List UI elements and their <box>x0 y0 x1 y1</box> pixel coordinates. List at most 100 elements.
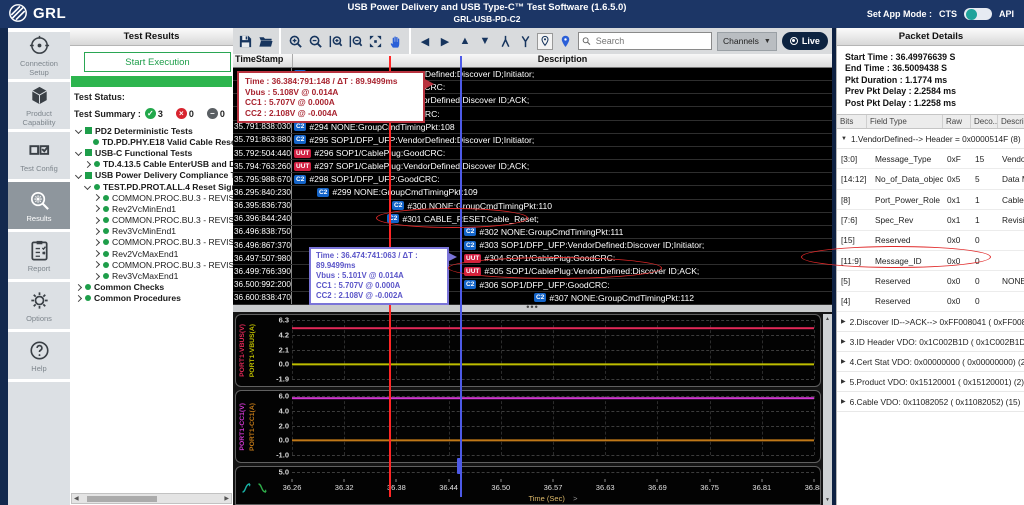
hzoom-out-icon[interactable] <box>347 33 363 50</box>
tree-item[interactable]: Common Checks <box>70 282 233 293</box>
expander-icon[interactable] <box>93 228 100 235</box>
start-execution-button[interactable]: Start Execution <box>84 52 231 72</box>
save-icon[interactable] <box>237 33 253 50</box>
tree-item[interactable]: Rev2VcMinEnd1 <box>70 203 233 214</box>
sidebar-item-options[interactable]: Options <box>8 282 70 329</box>
pd-field-row[interactable]: [5] Reserved 0x0 0 NONE <box>837 271 1024 291</box>
pd-column-header[interactable]: Bits <box>837 115 867 128</box>
pd-column-header[interactable]: Deco... <box>971 115 998 128</box>
expander-icon[interactable] <box>93 194 100 201</box>
arrow-down-icon[interactable]: ▼ <box>477 33 493 50</box>
packet-row[interactable]: 36.395:836:730 C2 #300 NONE:GroupCmdTimi… <box>233 200 832 213</box>
pd-group-row[interactable]: ▶ 2.Discover ID-->ACK--> 0xFF008041 ( 0x… <box>837 312 1024 332</box>
search-box[interactable] <box>578 32 712 50</box>
scroll-left-icon[interactable]: ◀ <box>72 495 81 502</box>
tree-item[interactable]: TEST.PD.PROT.ALL.4 Reset Signals and M <box>70 181 233 192</box>
zoom-out-icon[interactable] <box>307 33 323 50</box>
plot-area[interactable]: 6.34.22.10.0-1.9 <box>292 320 814 379</box>
pin-light-icon[interactable] <box>537 33 553 50</box>
channels-dropdown[interactable]: Channels ▼ <box>717 32 777 51</box>
packet-row[interactable]: 35.791:863:880 C2 #295 SOP1/DFP_UFP:Vend… <box>233 134 832 147</box>
description-column-header[interactable]: Description <box>293 54 832 67</box>
timestamp-column-header[interactable]: TimeStamp <box>233 54 293 67</box>
tree-item[interactable]: Common Procedures <box>70 293 233 304</box>
packet-row[interactable]: 36.396:844:240 C2 #301 CABLE_RESET:Cable… <box>233 213 832 226</box>
mode-cts-label[interactable]: CTS <box>939 9 957 19</box>
pd-group-header-row[interactable]: ▼ 1.VendorDefined--> Header = 0x0000514F… <box>837 129 1024 149</box>
expander-icon[interactable] <box>75 149 82 156</box>
measure-icon[interactable] <box>497 33 513 50</box>
search-input[interactable] <box>594 35 708 47</box>
pan-hand-icon[interactable] <box>387 33 403 50</box>
zoom-in-icon[interactable] <box>287 33 303 50</box>
expander-icon[interactable] <box>93 239 100 246</box>
horizontal-scrollbar[interactable]: ◀ ▶ <box>71 493 232 504</box>
sidebar-item-help[interactable]: Help <box>8 332 70 379</box>
pd-column-header[interactable]: Raw <box>943 115 971 128</box>
tree-item[interactable]: COMMON.PROC.BU.3 - REVISION_2_0 _ <box>70 192 233 203</box>
blue-cursor-handle[interactable] <box>457 458 462 474</box>
tree-item[interactable]: COMMON.PROC.BU.3 - REVISION_3_0 _ <box>70 259 233 270</box>
pd-group-row[interactable]: ▶ 3.ID Header VDO: 0x1C002B1D ( 0x1C002B… <box>837 332 1024 352</box>
packet-row[interactable]: 35.794:763:260 UUT #297 SOP1/CablePlug:V… <box>233 160 832 173</box>
plot-area[interactable]: 6.04.02.00.0-1.0 <box>292 396 814 455</box>
pd-group-row[interactable]: ▶ 5.Product VDO: 0x15120001 ( 0x15120001… <box>837 372 1024 392</box>
pd-column-header[interactable]: Field Type <box>867 115 943 128</box>
tree-item[interactable]: TD.PD.PHY.E18 Valid Cable Reset Framing <box>70 136 233 147</box>
pd-field-row[interactable]: [8] Port_Power_Role 0x1 1 CablePlug <box>837 190 1024 210</box>
expander-icon[interactable] <box>93 272 100 279</box>
sidebar-item-product-capability[interactable]: Product Capability <box>8 82 70 129</box>
expander-icon[interactable] <box>75 284 82 291</box>
tree-item[interactable]: PD2 Deterministic Tests <box>70 125 233 136</box>
arrow-right-icon[interactable]: ▶ <box>437 33 453 50</box>
pd-group-row[interactable]: ▶ 6.Cable VDO: 0x11082052 ( 0x11082052) … <box>837 392 1024 412</box>
pin-blue-icon[interactable] <box>557 33 573 50</box>
scroll-right-icon[interactable]: ▶ <box>222 495 231 502</box>
expander-icon[interactable] <box>75 172 82 179</box>
scroll-thumb[interactable] <box>87 496 157 502</box>
expander-icon[interactable] <box>84 183 91 190</box>
tree-item[interactable]: TD.4.13.5 Cable EnterUSB and Data Reset <box>70 159 233 170</box>
live-button[interactable]: Live <box>782 32 828 50</box>
packet-row[interactable]: 36.295:840:230 C2 #299 NONE:GroupCmdTimi… <box>233 186 832 199</box>
arrow-left-icon[interactable]: ◀ <box>417 33 433 50</box>
sidebar-item-connection-setup[interactable]: Connection Setup <box>8 32 70 79</box>
mode-api-label[interactable]: API <box>999 9 1014 19</box>
split-y-icon[interactable] <box>517 33 533 50</box>
expander-icon[interactable] <box>93 205 100 212</box>
hzoom-in-icon[interactable] <box>327 33 343 50</box>
fit-screen-icon[interactable] <box>367 33 383 50</box>
signal-toggle-icons[interactable] <box>241 482 269 494</box>
app-mode-toggle[interactable] <box>964 8 992 20</box>
expander-icon[interactable] <box>75 127 82 134</box>
pd-column-header[interactable]: Descripti... <box>998 115 1024 128</box>
blue-time-cursor[interactable] <box>460 56 462 497</box>
tree-item[interactable]: Rev3VcMaxEnd1 <box>70 270 233 281</box>
tree-item[interactable]: COMMON.PROC.BU.3 - REVISION_2_0 _ <box>70 215 233 226</box>
tree-item[interactable]: USB-C Functional Tests <box>70 147 233 158</box>
expander-icon[interactable] <box>93 217 100 224</box>
waveform-scrollbar[interactable]: ▲▼ <box>823 314 832 505</box>
sidebar-item-test-config[interactable]: Test Config <box>8 132 70 179</box>
tree-item[interactable]: Rev3VcMinEnd1 <box>70 226 233 237</box>
tree-item[interactable]: Rev2VcMaxEnd1 <box>70 248 233 259</box>
packet-row[interactable]: 35.795:988:670 C2 #298 SOP1/DFP_UFP:Good… <box>233 173 832 186</box>
sidebar-item-report[interactable]: Report <box>8 232 70 279</box>
pd-field-row[interactable]: [14:12] No_of_Data_objects 0x5 5 Data Me… <box>837 169 1024 189</box>
expander-icon[interactable] <box>93 261 100 268</box>
expander-icon[interactable] <box>75 295 82 302</box>
arrow-up-icon[interactable]: ▲ <box>457 33 473 50</box>
tree-item[interactable]: USB Power Delivery Compliance Test Spec <box>70 170 233 181</box>
pd-field-row[interactable]: [7:6] Spec_Rev 0x1 1 Revision 2 <box>837 210 1024 230</box>
expander-icon[interactable] <box>84 161 91 168</box>
packet-row[interactable]: 35.792:504:440 UUT #296 SOP1/CablePlug:G… <box>233 147 832 160</box>
packet-row[interactable]: 36.496:838:750 C2 #302 NONE:GroupCmdTimi… <box>233 226 832 239</box>
pd-group-row[interactable]: ▶ 4.Cert Stat VDO: 0x00000000 ( 0x000000… <box>837 352 1024 372</box>
splitter[interactable]: ••• <box>233 305 832 312</box>
sidebar-item-results[interactable]: Results <box>8 182 70 229</box>
pd-field-row[interactable]: [4] Reserved 0x0 0 <box>837 292 1024 312</box>
tree-item[interactable]: COMMON.PROC.BU.3 - REVISION_3_0 _ <box>70 237 233 248</box>
open-folder-icon[interactable] <box>257 33 273 50</box>
pd-field-row[interactable]: [3:0] Message_Type 0xF 15 VendorD... <box>837 149 1024 169</box>
expander-icon[interactable] <box>93 250 100 257</box>
